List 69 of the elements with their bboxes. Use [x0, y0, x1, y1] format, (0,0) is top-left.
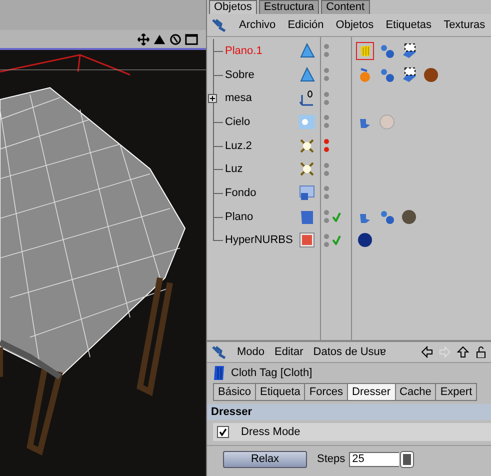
object-name[interactable]: Luz.2: [225, 140, 252, 152]
cloth-tag-icon[interactable]: [356, 42, 374, 60]
visibility-dots-icon[interactable]: [324, 139, 329, 152]
attribute-tab[interactable]: Cache: [394, 383, 436, 401]
spinner-icon[interactable]: [401, 452, 414, 466]
section-header: Dresser: [207, 404, 491, 420]
attribute-tab[interactable]: Dresser: [347, 383, 396, 401]
up-arrow-icon[interactable]: [457, 346, 469, 358]
triangle-object-icon: [299, 66, 315, 83]
panel-tab[interactable]: Content: [321, 0, 370, 14]
checker-tag-icon[interactable]: [400, 42, 418, 60]
expand-icon[interactable]: [208, 94, 217, 103]
sky-object-icon: [299, 114, 315, 130]
visibility-dots-icon[interactable]: [324, 44, 329, 58]
visibility-dots-icon[interactable]: [324, 162, 329, 176]
menu-item[interactable]: Etiquetas: [386, 19, 432, 31]
menu-item[interactable]: Modo: [237, 346, 265, 358]
dress-mode-checkbox[interactable]: [217, 426, 229, 438]
pushpin-icon[interactable]: [211, 345, 227, 359]
checkbox-label: Dress Mode: [241, 426, 300, 438]
visibility-dots-icon[interactable]: [324, 210, 329, 224]
attribute-tab[interactable]: Expert: [435, 383, 478, 401]
tag-title: Cloth Tag [Cloth]: [231, 367, 312, 379]
cloth-tag-icon: [213, 365, 225, 381]
panel-tab[interactable]: Estructura: [258, 0, 320, 14]
material-ball-icon[interactable]: [422, 66, 440, 84]
object-name[interactable]: Plano: [225, 210, 254, 223]
checker-tag-icon[interactable]: [400, 66, 418, 84]
steps-field[interactable]: 25: [349, 452, 400, 466]
background-object-icon: [299, 184, 315, 201]
object-name[interactable]: Fondo: [225, 186, 256, 199]
material-ball-icon[interactable]: [400, 208, 418, 226]
lock-icon[interactable]: [475, 346, 487, 358]
attribute-tab[interactable]: Básico: [213, 383, 256, 401]
checkmark-icon[interactable]: [332, 235, 341, 246]
attribute-tab[interactable]: Etiqueta: [255, 383, 306, 401]
maximize-icon[interactable]: [185, 32, 198, 46]
pushpin-icon[interactable]: [211, 18, 227, 32]
visibility-dots-icon[interactable]: [324, 234, 329, 247]
panel-tab[interactable]: Objetos: [209, 0, 257, 14]
material-ball-icon[interactable]: [356, 231, 374, 250]
plane-object-icon: [299, 208, 315, 225]
object-name[interactable]: HyperNURBS: [225, 234, 293, 246]
triangle-object-icon: [299, 42, 315, 59]
menu-item[interactable]: Texturas: [444, 19, 486, 31]
object-name[interactable]: Luz: [225, 163, 243, 176]
light-object-icon: [299, 161, 315, 178]
menu-item[interactable]: Objetos: [336, 19, 374, 31]
object-name[interactable]: mesa: [225, 92, 252, 104]
object-name[interactable]: Sobre: [225, 68, 254, 81]
visibility-dots-icon[interactable]: [324, 92, 329, 105]
checkmark-icon[interactable]: [332, 212, 341, 222]
visibility-dots-icon[interactable]: [324, 186, 329, 200]
menu-item[interactable]: Datos de Usuɐ: [313, 346, 386, 358]
object-name[interactable]: Cielo: [225, 116, 250, 128]
menu-item[interactable]: Archivo: [239, 19, 276, 31]
move-icon[interactable]: [137, 32, 150, 46]
attribute-tab[interactable]: Forces: [304, 383, 348, 401]
light-object-icon: [299, 138, 315, 154]
visibility-dots-icon[interactable]: [324, 115, 329, 128]
visibility-dots-icon[interactable]: [324, 68, 329, 82]
back-arrow-icon[interactable]: [421, 346, 433, 358]
menu-item[interactable]: Editar: [274, 346, 304, 358]
menu-item[interactable]: Edición: [288, 19, 324, 31]
field-label: Steps: [317, 453, 346, 465]
relax-button[interactable]: Relax: [223, 450, 307, 468]
axis-object-icon: [299, 90, 315, 106]
cube-object-icon: [299, 232, 315, 248]
triangle-icon[interactable]: [153, 32, 166, 46]
